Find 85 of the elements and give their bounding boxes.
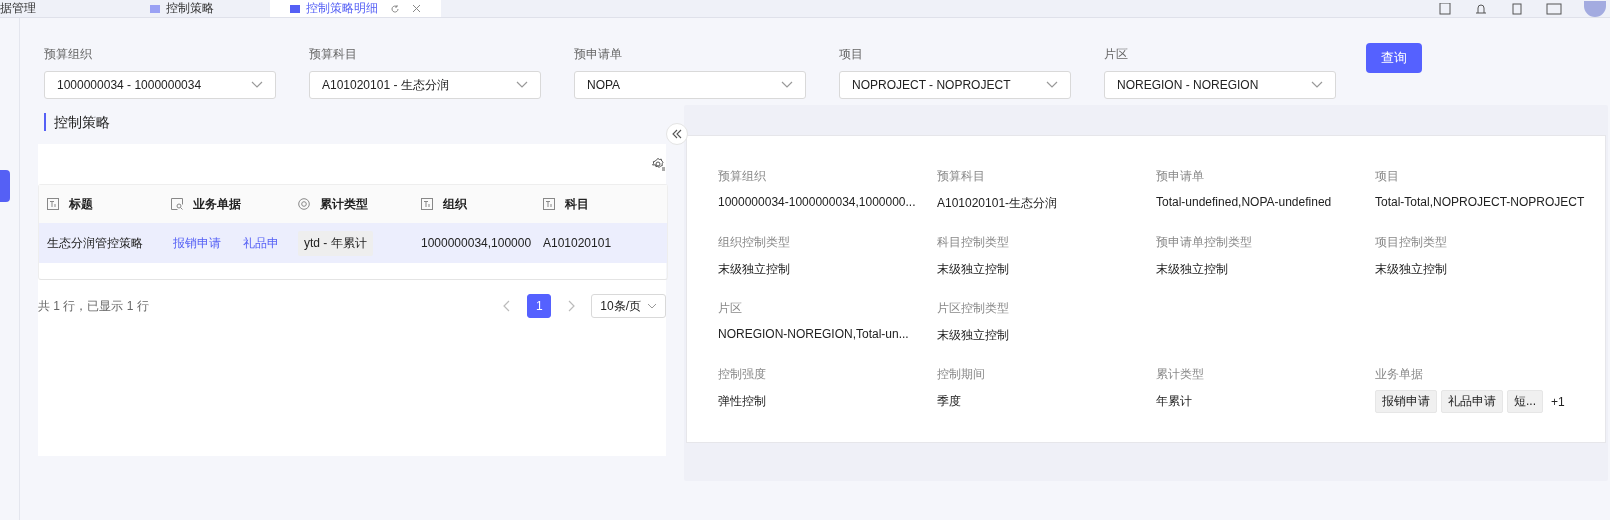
chevron-down-icon [647, 303, 657, 309]
field-label: 项目 [1375, 168, 1400, 185]
row-count: 共 1 行，已显示 1 行 [38, 297, 149, 315]
field-label: 组织控制类型 [718, 234, 791, 251]
field-label: 累计类型 [1156, 366, 1205, 383]
field-label: 预算科目 [937, 168, 986, 185]
tab[interactable]: 控制策略明细 [270, 0, 441, 17]
text-field-icon [543, 198, 555, 210]
collapse-button[interactable] [666, 123, 688, 145]
filter-label: 片区 [1104, 46, 1129, 63]
field-label: 项目控制类型 [1375, 234, 1448, 251]
tab[interactable]: 控制策略 [130, 0, 270, 17]
query-button[interactable]: 查询 [1366, 43, 1422, 73]
field-value: NOREGION-NOREGION,Total-un... [718, 327, 910, 341]
field-value: 年累计 [1156, 393, 1193, 410]
select-field[interactable]: NOPROJECT - NOPROJECT [839, 71, 1071, 99]
field-value: 末级独立控制 [937, 261, 1010, 278]
page-size-select[interactable]: 10条/页 [591, 294, 666, 318]
field-value: Total-Total,NOPROJECT-NOPROJECT [1375, 195, 1586, 209]
document-tag: 礼品申请 [1441, 390, 1503, 413]
filter-label: 项目 [839, 46, 864, 63]
field-label: 业务单据 [1375, 366, 1424, 383]
filter-label: 预算组织 [44, 46, 93, 63]
field-value: 弹性控制 [718, 393, 767, 410]
table-cell: A101020101 [543, 236, 612, 250]
field-label: 控制强度 [718, 366, 767, 383]
field-label: 控制期间 [937, 366, 986, 383]
chevron-down-icon [251, 81, 263, 89]
column-header: 累计类型 [320, 195, 368, 213]
field-value: 末级独立控制 [718, 261, 791, 278]
table-cell: 生态分润管控策略 [47, 234, 143, 252]
chevron-down-icon [516, 81, 528, 89]
filter-label: 预申请单 [574, 46, 623, 63]
select-field[interactable]: NOPA [574, 71, 806, 99]
refresh-icon[interactable] [390, 3, 400, 14]
bell-icon[interactable] [1474, 2, 1488, 15]
column-header: 标题 [69, 195, 93, 213]
column-header: 组织 [443, 195, 467, 213]
filter-label: 预算科目 [309, 46, 358, 63]
select-field[interactable]: 1000000034 - 1000000034 [44, 71, 276, 99]
sidebar-handle[interactable] [0, 170, 10, 202]
field-label: 预算组织 [718, 168, 767, 185]
document-field-icon [171, 198, 183, 210]
field-label: 预申请单 [1156, 168, 1205, 185]
radio-field-icon [298, 198, 310, 210]
document-tag: 报销申请 [1375, 390, 1437, 413]
page-button[interactable]: 1 [527, 294, 552, 318]
more-count: +1 [1551, 394, 1565, 409]
field-value: 末级独立控制 [1375, 261, 1448, 278]
column-header: 业务单据 [193, 195, 241, 213]
field-label: 片区 [718, 300, 743, 317]
section-title: 控制策略 [44, 113, 666, 131]
next-page-icon[interactable] [567, 300, 576, 312]
accumulation-tag: ytd - 年累计 [298, 230, 373, 256]
avatar[interactable] [1584, 0, 1606, 17]
field-value: A101020101-生态分润 [937, 195, 1059, 212]
text-field-icon [421, 198, 433, 210]
copy-icon[interactable] [1510, 2, 1524, 15]
field-label: 预申请单控制类型 [1156, 234, 1253, 251]
chevron-down-icon [1311, 81, 1323, 89]
field-value: 季度 [937, 393, 962, 410]
field-label: 片区控制类型 [937, 300, 1010, 317]
close-icon[interactable] [412, 4, 421, 13]
previous-page-icon[interactable] [503, 300, 512, 312]
document-tag: 短... [1507, 390, 1543, 413]
field-value: 末级独立控制 [937, 327, 1010, 344]
field-value: 1000000034-1000000034,1000000... [718, 195, 917, 209]
field-value: 末级独立控制 [1156, 261, 1229, 278]
field-label: 科目控制类型 [937, 234, 1010, 251]
table-cell: 1000000034,100000 [421, 236, 532, 250]
document-link[interactable]: 礼品申 [243, 234, 279, 252]
select-field[interactable]: A101020101 - 生态分润 [309, 71, 541, 99]
chevron-down-icon [1046, 81, 1058, 89]
text-field-icon [47, 198, 59, 210]
chevron-down-icon [781, 81, 793, 89]
double-chevron-left-icon [671, 129, 683, 139]
document-icon[interactable] [1438, 2, 1452, 15]
table-row[interactable]: 生态分润管控策略 报销申请 礼品申 ytd - 年累计 1000000034,100000 A101020101 [39, 223, 667, 263]
field-value: Total-undefined,NOPA-undefined [1156, 195, 1333, 209]
window-icon[interactable] [1546, 2, 1562, 15]
settings-icon[interactable] [652, 157, 666, 171]
column-header: 科目 [565, 195, 589, 213]
select-field[interactable]: NOREGION - NOREGION [1104, 71, 1336, 99]
document-link[interactable]: 报销申请 [173, 234, 221, 252]
tab[interactable]: 据管理 [0, 0, 130, 17]
